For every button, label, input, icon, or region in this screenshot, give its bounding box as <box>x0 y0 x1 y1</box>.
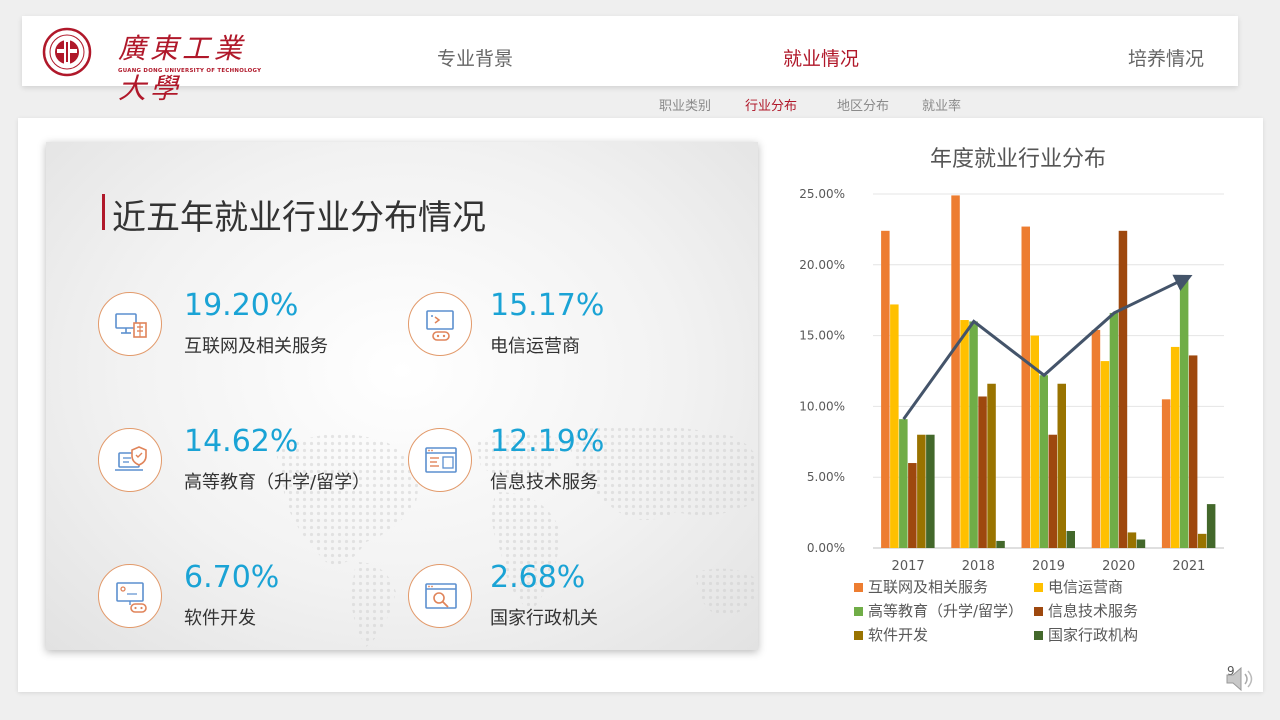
y-tick-label: 0.00% <box>807 541 845 555</box>
legend-label: 电信运营商 <box>1048 578 1123 596</box>
legend-swatch <box>854 631 863 640</box>
legend-swatch <box>1034 631 1043 640</box>
university-name-en: GUANG DONG UNIVERSITY OF TECHNOLOGY <box>118 68 262 74</box>
bar <box>1136 539 1146 548</box>
y-tick-label: 10.00% <box>799 399 845 413</box>
subnav-item-region[interactable]: 地区分布 <box>837 95 889 114</box>
nav-tab-employment[interactable]: 就业情况 <box>783 44 859 71</box>
stat-value-it-services: 12.19% <box>490 424 605 459</box>
bar <box>960 320 969 548</box>
sub-navigation: 职业类别 行业分布 地区分布 就业率 <box>0 95 1280 114</box>
stat-value-software: 6.70% <box>184 560 280 595</box>
industry-summary-card: 近五年就业行业分布情况 19.20% 互联网及相关服务 15.17% 电信运营商… <box>46 142 758 650</box>
x-tick-label: 2017 <box>892 559 925 574</box>
bar <box>899 419 908 548</box>
bar <box>1066 531 1075 548</box>
bar <box>881 230 890 548</box>
bar <box>1048 434 1057 548</box>
x-tick-label: 2021 <box>1172 559 1205 574</box>
subnav-item-job-category[interactable]: 职业类别 <box>659 95 711 114</box>
bar <box>1039 375 1048 548</box>
stat-value-government: 2.68% <box>490 560 586 595</box>
bar <box>1197 533 1207 548</box>
computer-building-icon <box>98 292 162 356</box>
legend-swatch <box>1034 607 1043 616</box>
legend-label: 软件开发 <box>868 626 928 644</box>
university-logo[interactable]: 廣東工業大學 GUANG DONG UNIVERSITY OF TECHNOLO… <box>40 24 261 105</box>
y-tick-label: 25.00% <box>799 187 845 201</box>
legend-swatch <box>1034 583 1043 592</box>
legend-label: 互联网及相关服务 <box>868 578 988 596</box>
stat-label-it-services: 信息技术服务 <box>490 472 598 493</box>
monitor-gamepad-icon <box>408 292 472 356</box>
bar <box>987 383 996 548</box>
x-tick-label: 2019 <box>1032 559 1065 574</box>
browser-search-icon <box>408 564 472 628</box>
x-tick-label: 2018 <box>962 559 995 574</box>
stat-value-telecom: 15.17% <box>490 288 605 323</box>
bar <box>1206 504 1216 548</box>
legend-swatch <box>854 607 863 616</box>
bar <box>951 195 960 548</box>
bar <box>1100 361 1110 548</box>
legend-label: 信息技术服务 <box>1048 602 1138 620</box>
stat-label-government: 国家行政机关 <box>490 608 598 629</box>
university-seal-icon <box>42 27 92 77</box>
bar <box>996 540 1005 548</box>
subnav-item-industry[interactable]: 行业分布 <box>745 95 797 114</box>
title-accent-bar <box>102 194 105 230</box>
chart-title: 年度就业行业分布 <box>930 147 1106 172</box>
speaker-icon[interactable] <box>1224 664 1254 694</box>
subnav-item-employment-rate[interactable]: 就业率 <box>922 95 961 114</box>
bar <box>1127 532 1137 548</box>
main-panel: 近五年就业行业分布情况 19.20% 互联网及相关服务 15.17% 电信运营商… <box>18 118 1263 692</box>
monitor-controller-icon <box>98 564 162 628</box>
chart-svg: 年度就业行业分布 0.00% 5.00% 10.00% 15.00% 20.00% 25.0… <box>799 147 1224 644</box>
bar <box>1057 383 1066 548</box>
bar <box>978 396 987 548</box>
bar <box>1021 226 1030 548</box>
bar <box>1170 346 1180 548</box>
bar <box>969 321 978 548</box>
bar <box>1091 329 1101 548</box>
laptop-shield-icon <box>98 428 162 492</box>
bar <box>1179 278 1189 548</box>
bar <box>1118 230 1128 548</box>
bar <box>917 434 926 548</box>
y-tick-label: 5.00% <box>807 470 845 484</box>
bar <box>1188 355 1198 548</box>
nav-tab-major-background[interactable]: 专业背景 <box>437 44 513 71</box>
bar <box>926 434 935 548</box>
stat-value-internet: 19.20% <box>184 288 299 323</box>
stat-label-telecom: 电信运营商 <box>490 336 580 357</box>
y-tick-label: 15.00% <box>799 329 845 343</box>
card-title: 近五年就业行业分布情况 <box>112 198 486 238</box>
industry-distribution-chart: 年度就业行业分布 0.00% 5.00% 10.00% 15.00% 20.00% 25.0… <box>788 138 1248 668</box>
bar <box>1109 312 1119 548</box>
stat-label-higher-education: 高等教育（升学/留学） <box>184 472 371 493</box>
bar <box>1161 399 1171 548</box>
bar <box>890 304 899 548</box>
y-tick-label: 20.00% <box>799 258 845 272</box>
x-tick-label: 2020 <box>1102 559 1135 574</box>
nav-tab-training[interactable]: 培养情况 <box>1128 44 1204 71</box>
legend-swatch <box>854 583 863 592</box>
top-navigation-bar: 廣東工業大學 GUANG DONG UNIVERSITY OF TECHNOLO… <box>22 16 1238 105</box>
bar <box>908 463 917 548</box>
stat-label-internet: 互联网及相关服务 <box>184 336 328 357</box>
stat-label-software: 软件开发 <box>184 608 256 629</box>
stat-value-higher-education: 14.62% <box>184 424 299 459</box>
legend-label: 国家行政机构 <box>1048 626 1138 644</box>
legend-label: 高等教育（升学/留学） <box>868 602 1023 620</box>
browser-code-icon <box>408 428 472 492</box>
